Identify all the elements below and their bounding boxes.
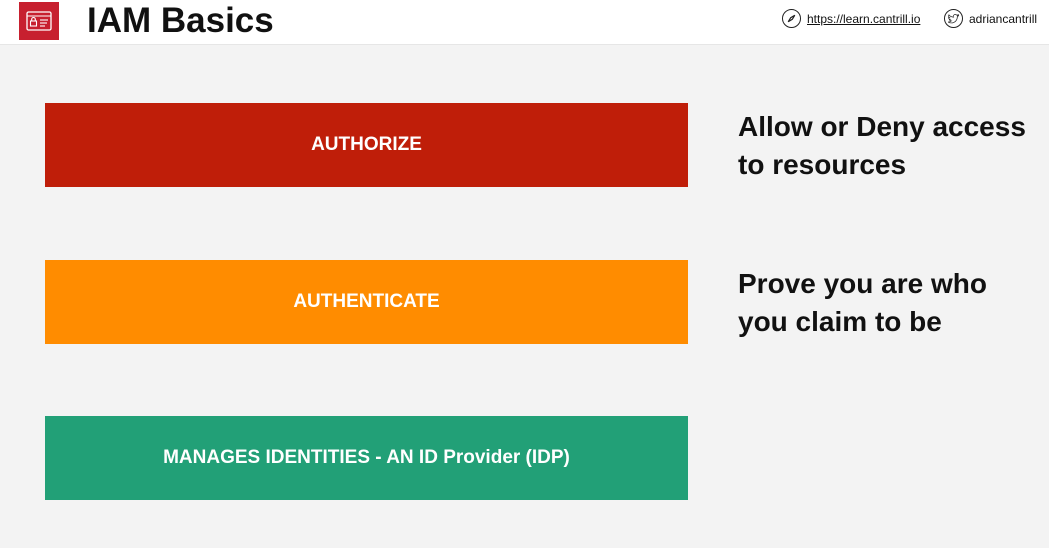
authorize-label: AUTHORIZE — [311, 134, 422, 155]
authorize-bar: AUTHORIZE — [45, 103, 688, 187]
authorize-description: Allow or Deny access to resources — [738, 111, 1026, 180]
twitter-icon — [944, 9, 963, 28]
header-bar: IAM Basics https://learn.cantrill.io adr… — [0, 0, 1049, 45]
social-handle[interactable]: adriancantrill — [969, 12, 1037, 26]
social-link-group[interactable]: adriancantrill — [944, 9, 1037, 28]
authenticate-bar: AUTHENTICATE — [45, 260, 688, 344]
identities-bar: MANAGES IDENTITIES - AN ID Provider (IDP… — [45, 416, 688, 500]
compass-icon — [782, 9, 801, 28]
authenticate-description: Prove you are who you claim to be — [738, 268, 987, 337]
id-card-lock-icon — [19, 2, 59, 40]
page-title: IAM Basics — [87, 1, 274, 40]
site-link[interactable]: https://learn.cantrill.io — [807, 12, 920, 26]
authenticate-label: AUTHENTICATE — [293, 291, 440, 312]
site-link-group[interactable]: https://learn.cantrill.io — [782, 9, 920, 28]
identities-label: MANAGES IDENTITIES - AN ID Provider (IDP… — [163, 447, 570, 468]
